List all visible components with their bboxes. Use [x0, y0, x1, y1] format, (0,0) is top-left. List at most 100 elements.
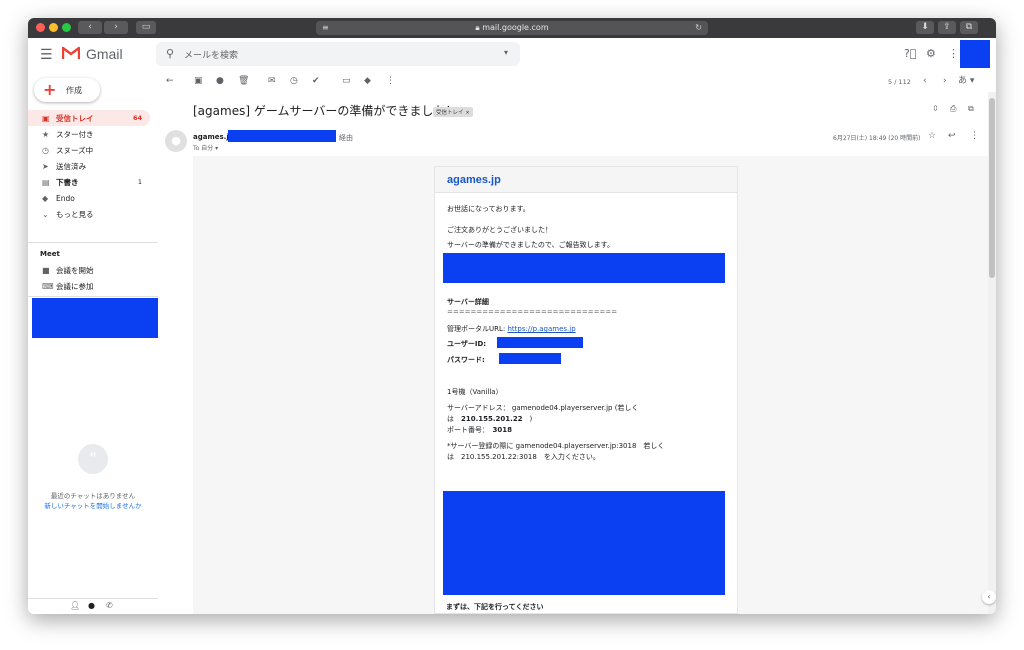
sidebar-item-label: 下書き: [56, 177, 79, 187]
redacted-password: [499, 353, 561, 364]
inbox-label-chip[interactable]: 受信トレイ ×: [433, 107, 473, 117]
star-toggle-icon[interactable]: ☆: [928, 131, 936, 141]
password-label: パスワード:: [447, 356, 485, 364]
move-to-icon[interactable]: ▭: [342, 76, 351, 86]
address-suffix: ): [522, 415, 533, 423]
tabs-icon: ⧉: [965, 22, 973, 32]
vertical-scrollbar[interactable]: [988, 92, 996, 614]
search-options-icon[interactable]: ▾: [504, 48, 508, 57]
close-window-button[interactable]: [36, 23, 45, 32]
port-number: 3018: [492, 426, 512, 434]
user-id-label: ユーザーID:: [447, 340, 487, 348]
newer-icon[interactable]: ‹: [923, 76, 927, 86]
gmail-logo-icon[interactable]: [62, 46, 80, 60]
url-text: mail.google.com: [482, 23, 549, 32]
search-icon[interactable]: ⚲: [166, 47, 174, 60]
sidebar-item-snoozed[interactable]: ◷ スヌーズ中: [28, 142, 150, 158]
meet-heading: Meet: [40, 250, 60, 258]
sidebar-item-label: スヌーズ中: [56, 145, 94, 155]
minimize-window-button[interactable]: [49, 23, 58, 32]
sidebar-item-label: 送信済み: [56, 161, 86, 171]
download-icon: ⬇: [921, 22, 929, 32]
portal-url-link[interactable]: https://p.agames.jp: [507, 325, 575, 333]
compose-button[interactable]: + 作成: [34, 78, 100, 102]
sidebar-item-sent[interactable]: ➤ 送信済み: [28, 158, 150, 174]
settings-gear-icon[interactable]: ⚙: [926, 47, 936, 60]
open-new-window-icon[interactable]: ⧉: [968, 104, 974, 114]
back-to-inbox-icon[interactable]: ←: [166, 76, 174, 86]
share-icon: ⇪: [943, 22, 951, 32]
sidebar-item-drafts[interactable]: ▤ 下書き 1: [28, 174, 150, 190]
gmail-header: ☰ Gmail ⚲ メールを検索 ▾ ?⃝ ⚙ ⋮⋮: [28, 38, 996, 72]
search-placeholder: メールを検索: [184, 51, 239, 61]
browser-titlebar: ‹ › ▭ ≡ 🔒︎ mail.google.com ↻ ⬇ ⇪ ⧉: [28, 18, 996, 38]
address-bar[interactable]: ≡ 🔒︎ mail.google.com ↻: [316, 21, 708, 35]
register-note-line1: *サーバー登録の際に gamenode04.playerserver.jp:30…: [447, 442, 665, 450]
sidebar-item-label: スター付き: [56, 129, 94, 139]
redacted-hangouts-user[interactable]: [32, 298, 158, 338]
address-prefix: は: [447, 415, 461, 423]
no-chat-message: 最近のチャットはありません: [50, 492, 136, 500]
port-label: ポート番号：: [447, 426, 493, 434]
side-panel-toggle-icon[interactable]: ‹: [982, 590, 996, 604]
star-icon: ★: [42, 129, 50, 139]
tabs-button[interactable]: ⧉: [960, 21, 978, 34]
meet-item-label: 会議を開始: [56, 265, 94, 275]
pager-text: 5 / 112: [888, 78, 911, 86]
sidebar-item-more[interactable]: ⌄ もっと見る: [28, 206, 150, 222]
sidebar-item-label: 受信トレイ: [56, 113, 94, 123]
sidebar-item-starred[interactable]: ★ スター付き: [28, 126, 150, 142]
report-spam-icon[interactable]: ●: [216, 76, 224, 86]
search-input[interactable]: ⚲ メールを検索 ▾: [156, 42, 520, 66]
meet-item-start[interactable]: ■ 会議を開始: [28, 262, 150, 278]
unread-count: 64: [132, 114, 142, 122]
snooze-icon[interactable]: ◷: [290, 76, 298, 86]
delete-icon[interactable]: 🗑︎: [238, 76, 249, 86]
server-ip: 210.155.201.22: [461, 415, 523, 423]
help-icon[interactable]: ?⃝: [904, 47, 916, 60]
phone-icon[interactable]: ✆: [106, 601, 113, 610]
mark-unread-icon[interactable]: ✉: [268, 76, 276, 86]
sidebar-item-endo[interactable]: ◆ Endo: [28, 190, 150, 206]
sidebar-item-label: もっと見る: [56, 209, 94, 219]
redacted-account-avatar[interactable]: [960, 40, 990, 68]
sidebar-icon: ▭: [141, 22, 151, 32]
sidebar-toggle-button[interactable]: ▭: [136, 21, 156, 34]
chat-tabs: 👤︎ ● ✆: [28, 598, 158, 614]
sidebar-item-inbox[interactable]: ▣ 受信トレイ 64: [28, 110, 150, 126]
email-brand-header: agames.jp: [435, 167, 737, 193]
downloads-button[interactable]: ⬇: [916, 21, 934, 34]
divider: [28, 296, 158, 297]
share-button[interactable]: ⇪: [938, 21, 956, 34]
back-arrow-icon: ‹: [88, 22, 92, 32]
browser-window: ‹ › ▭ ≡ 🔒︎ mail.google.com ↻ ⬇ ⇪ ⧉ ☰ Gma…: [28, 18, 996, 614]
redacted-sender-address: [228, 130, 336, 142]
labels-icon[interactable]: ◆: [364, 76, 371, 86]
archive-icon[interactable]: ▣: [194, 76, 203, 86]
main-menu-icon[interactable]: ☰: [40, 48, 53, 62]
maximize-window-button[interactable]: [62, 23, 71, 32]
input-tools-button[interactable]: あ ▾: [958, 76, 974, 86]
start-chat-link[interactable]: 新しいチャットを開始しませんか: [28, 500, 158, 510]
hangouts-chat-icon: ": [78, 444, 108, 474]
hangouts-icon[interactable]: ●: [88, 601, 95, 610]
print-icon[interactable]: ⎙: [950, 104, 956, 114]
reply-icon[interactable]: ↩: [948, 131, 956, 141]
contacts-icon[interactable]: 👤︎: [70, 601, 80, 610]
scrollbar-thumb[interactable]: [989, 98, 995, 278]
older-icon[interactable]: ›: [943, 76, 947, 86]
portal-url-label: 管理ポータルURL:: [447, 325, 506, 333]
video-icon: ■: [42, 265, 50, 275]
port-row: ポート番号： 3018: [447, 425, 512, 435]
thanks-text: ご注文ありがとうございました！: [447, 226, 552, 234]
message-more-icon[interactable]: ⋮: [970, 131, 979, 141]
forward-button[interactable]: ›: [104, 21, 128, 34]
more-options-icon[interactable]: ⋮: [386, 76, 395, 86]
reload-icon[interactable]: ↻: [695, 21, 702, 35]
add-to-tasks-icon[interactable]: ✔: [312, 76, 320, 86]
back-button[interactable]: ‹: [78, 21, 102, 34]
recipient-dropdown[interactable]: To 自分 ▾: [193, 143, 218, 152]
meet-item-join[interactable]: ⌨ 会議に参加: [28, 278, 150, 294]
expand-all-icon[interactable]: ⇳: [932, 104, 939, 114]
keyboard-icon: ⌨: [42, 281, 54, 291]
